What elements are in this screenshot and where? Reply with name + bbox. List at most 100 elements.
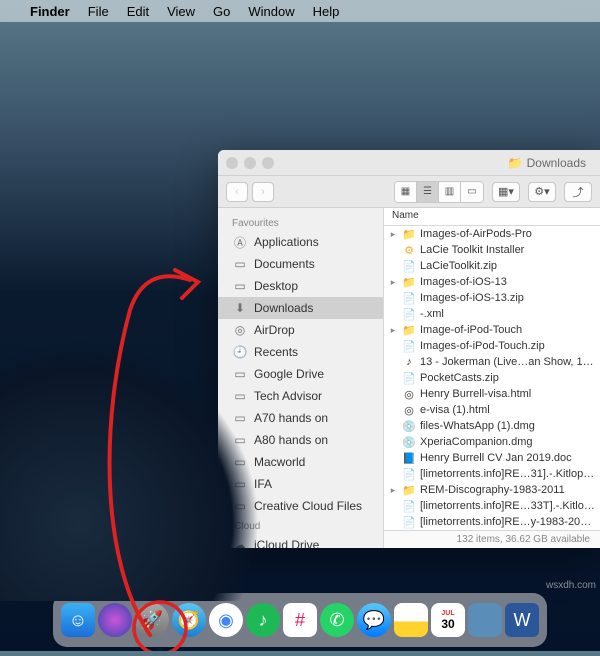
html-icon: ◎ <box>402 403 416 417</box>
sidebar-item-desktop[interactable]: ▭ Desktop <box>218 275 383 297</box>
disclosure-icon[interactable]: ▸ <box>388 325 398 336</box>
dock-spotify[interactable]: ♪ <box>246 603 280 637</box>
sidebar-item-label: Documents <box>254 257 315 271</box>
fld-icon: ▭ <box>232 432 248 448</box>
dock-whatsapp[interactable]: ✆ <box>320 603 354 637</box>
file-row[interactable]: 💿XperiaCompanion.dmg <box>384 434 600 450</box>
sidebar-item-icloud-drive[interactable]: ☁iCloud Drive <box>218 534 383 548</box>
menu-help[interactable]: Help <box>313 4 340 19</box>
file-name: LaCieToolkit.zip <box>420 260 596 272</box>
file-name: PocketCasts.zip <box>420 372 596 384</box>
html-icon: ◎ <box>402 387 416 401</box>
sidebar-item-label: Downloads <box>254 301 313 315</box>
menu-window[interactable]: Window <box>248 4 294 19</box>
file-row[interactable]: 📘Henry Burrell CV Jan 2019.doc <box>384 450 600 466</box>
sidebar-item-documents[interactable]: ▭Documents <box>218 253 383 275</box>
dock-messages[interactable]: 💬 <box>357 603 391 637</box>
file-row[interactable]: 💿 files-WhatsApp (1).dmg <box>384 418 600 434</box>
file-row[interactable]: ♪13 - Jokerman (Live…an Show, 1984).m <box>384 354 600 370</box>
sidebar-item-label: Desktop <box>254 279 298 293</box>
sidebar-item-recents[interactable]: 🕘Recents <box>218 341 383 363</box>
sidebar-item-ifa[interactable]: ▭IFA <box>218 473 383 495</box>
zip-icon: 📄 <box>402 371 416 385</box>
dock-slack[interactable]: # <box>283 603 317 637</box>
sidebar-item-label: Creative Cloud Files <box>254 499 362 513</box>
desk-icon: ▭ <box>232 278 248 294</box>
finder-window: 📁 Downloads ‹ › ▦ ☰ ▥ ▭ ▦▾ ⚙▾ ⤴ Favourit… <box>218 150 600 548</box>
disclosure-icon[interactable]: ▸ <box>388 229 398 240</box>
disclosure-icon[interactable]: ▸ <box>388 277 398 288</box>
menubar-app[interactable]: Finder <box>30 4 70 19</box>
file-row[interactable]: 📄[limetorrents.info]RE…y-1983-2011.tor <box>384 514 600 530</box>
file-row[interactable]: 📄[limetorrents.info]RE…33T].-.Kitlope.to <box>384 498 600 514</box>
dock-finder[interactable]: ☺ <box>61 603 95 637</box>
dock-notes[interactable] <box>394 603 428 637</box>
disclosure-icon[interactable]: ▸ <box>388 485 398 496</box>
rec-icon: 🕘 <box>232 344 248 360</box>
fld-icon: ▭ <box>232 366 248 382</box>
arrange-button[interactable]: ▦▾ <box>492 182 520 202</box>
dock-safari[interactable]: 🧭 <box>172 603 206 637</box>
menu-view[interactable]: View <box>167 4 195 19</box>
file-row[interactable]: ⚙LaCie Toolkit Installer <box>384 242 600 258</box>
dock-chrome[interactable]: ◉ <box>209 603 243 637</box>
file-name: files-WhatsApp (1).dmg <box>420 420 596 432</box>
zip-icon: 📄 <box>402 259 416 273</box>
menu-go[interactable]: Go <box>213 4 230 19</box>
file-row[interactable]: 📄 LaCieToolkit.zip <box>384 258 600 274</box>
file-name: Henry Burrell CV Jan 2019.doc <box>420 452 596 464</box>
file-row[interactable]: 📄[limetorrents.info]RE…31].-.Kitlope (4) <box>384 466 600 482</box>
titlebar[interactable]: 📁 Downloads <box>218 150 600 176</box>
sidebar-heading: Favourites <box>218 214 383 231</box>
dock: ☺ 🚀🧭◉♪#✆💬 JUL30 W <box>53 593 547 647</box>
share-button[interactable]: ⤴ <box>564 182 592 202</box>
file-row[interactable]: 📄Images-of-iPod-Touch.zip <box>384 338 600 354</box>
mp3-icon: ♪ <box>402 355 416 369</box>
close-icon[interactable] <box>226 157 238 169</box>
gallery-view-icon[interactable]: ▭ <box>461 182 483 202</box>
file-row[interactable]: ◎ e-visa (1).html <box>384 402 600 418</box>
sidebar-item-a80-hands-on[interactable]: ▭A80 hands on <box>218 429 383 451</box>
folder-icon: 📁 <box>402 323 416 337</box>
menu-file[interactable]: File <box>88 4 109 19</box>
file-row[interactable]: ▸📁Images-of-AirPods-Pro <box>384 226 600 242</box>
column-view-icon[interactable]: ▥ <box>439 182 461 202</box>
file-row[interactable]: 📄 PocketCasts.zip <box>384 370 600 386</box>
file-row[interactable]: 📄-.xml <box>384 306 600 322</box>
icon-view-icon[interactable]: ▦ <box>395 182 417 202</box>
dock-editor[interactable] <box>468 603 502 637</box>
sidebar-item-a70-hands-on[interactable]: ▭A70 hands on <box>218 407 383 429</box>
file-row[interactable]: ▸📁Image-of-iPod-Touch <box>384 322 600 338</box>
action-button[interactable]: ⚙▾ <box>528 182 556 202</box>
dock-word[interactable]: W <box>505 603 539 637</box>
file-row[interactable]: ▸📁REM-Discography-1983-2011 <box>384 482 600 498</box>
file-row[interactable]: ▸📁Images-of-iOS-13 <box>384 274 600 290</box>
minimize-icon[interactable] <box>244 157 256 169</box>
zoom-icon[interactable] <box>262 157 274 169</box>
dock-launch[interactable]: 🚀 <box>135 603 169 637</box>
column-header-name[interactable]: Name <box>384 208 600 226</box>
sidebar-item-creative-cloud-files[interactable]: ▭Creative Cloud Files <box>218 495 383 517</box>
file-list[interactable]: ▸📁Images-of-AirPods-Pro⚙LaCie Toolkit In… <box>384 226 600 530</box>
dock-cal[interactable]: JUL30 <box>431 603 465 637</box>
sidebar-item-tech-advisor[interactable]: ▭Tech Advisor <box>218 385 383 407</box>
menu-edit[interactable]: Edit <box>127 4 149 19</box>
view-switcher[interactable]: ▦ ☰ ▥ ▭ <box>394 181 484 203</box>
dock-siri[interactable] <box>98 603 132 637</box>
back-button[interactable]: ‹ <box>226 182 248 202</box>
file-name: [limetorrents.info]RE…31].-.Kitlope (4) <box>420 468 596 480</box>
dmg-icon: 💿 <box>402 419 416 433</box>
sidebar-item-macworld[interactable]: ▭Macworld <box>218 451 383 473</box>
file-pane: Name ▸📁Images-of-AirPods-Pro⚙LaCie Toolk… <box>384 208 600 548</box>
dl-icon: ⬇ <box>232 300 248 316</box>
cloud-icon: ☁ <box>232 537 248 548</box>
sidebar-item-downloads[interactable]: ⬇ Downloads <box>218 297 383 319</box>
file-name: e-visa (1).html <box>420 404 596 416</box>
sidebar-item-airdrop[interactable]: ◎AirDrop <box>218 319 383 341</box>
sidebar-item-applications[interactable]: ⒶApplications <box>218 231 383 253</box>
sidebar-item-google-drive[interactable]: ▭Google Drive <box>218 363 383 385</box>
file-row[interactable]: 📄Images-of-iOS-13.zip <box>384 290 600 306</box>
forward-button[interactable]: › <box>252 182 274 202</box>
file-row[interactable]: ◎Henry Burrell-visa.html <box>384 386 600 402</box>
list-view-icon[interactable]: ☰ <box>417 182 439 202</box>
